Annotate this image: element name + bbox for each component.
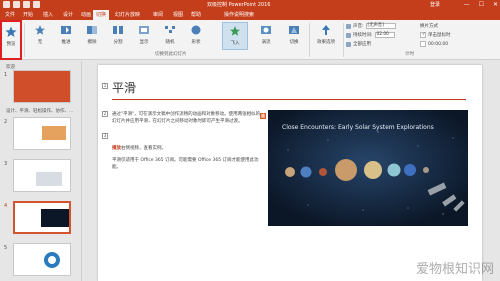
transition-split[interactable]: 分割 bbox=[105, 22, 131, 50]
thumb-chart bbox=[44, 252, 60, 268]
transition-push[interactable]: 推进 bbox=[53, 22, 79, 50]
transition-shape-icon bbox=[191, 25, 201, 35]
animation-marker[interactable]: 1 bbox=[102, 83, 108, 89]
tab-transitions[interactable]: 切换 bbox=[93, 10, 110, 20]
transition-reveal[interactable]: 显示 bbox=[131, 22, 157, 50]
tab-file[interactable]: 文件 bbox=[2, 10, 18, 20]
title-rule bbox=[112, 99, 466, 100]
duration-input[interactable]: 02.00 bbox=[374, 32, 395, 38]
thumb-number-selected: 4 bbox=[4, 203, 8, 209]
on-click-row[interactable]: ✓ 单击鼠标时 bbox=[420, 32, 451, 38]
redo-icon[interactable] bbox=[23, 1, 30, 8]
advance-row: 换片方式 bbox=[420, 24, 438, 29]
transitions-group-label: 切换到此幻灯片 bbox=[155, 52, 187, 57]
tell-me-search[interactable]: 操作说明搜索 bbox=[224, 10, 254, 20]
transition-shape[interactable]: 形状 bbox=[183, 22, 209, 50]
tab-animations[interactable]: 动画 bbox=[78, 10, 94, 20]
apply-all-button[interactable]: 全部应用 bbox=[353, 41, 371, 47]
ribbon-tabs: 文件 开始 插入 设计 切换 动画 幻灯片放映 审阅 视图 帮助 操作说明搜索 bbox=[0, 10, 500, 20]
body-paragraph-1[interactable]: 通过"平滑"，可在演示文稿中创作流畅的动画和对象移动。使用两张相似的幻灯片并应用… bbox=[112, 111, 262, 125]
duration-icon bbox=[346, 32, 351, 38]
transition-switch-icon bbox=[289, 26, 299, 34]
body-paragraph-3[interactable]: 平滑仅适用于 Office 365 订阅。可能需要 Office 365 订阅才… bbox=[112, 157, 262, 171]
slide-thumbnail-pane: 欢迎 1 设计、平滑、轻松操作、协作、... 2 3 4 5 bbox=[0, 61, 82, 281]
window-controls: — ☐ ✕ bbox=[464, 0, 498, 10]
slide-thumbnail-1[interactable] bbox=[13, 70, 71, 103]
image-caption: Close Encounters: Early Solar System Exp… bbox=[282, 124, 434, 131]
animation-marker[interactable]: 2 bbox=[102, 111, 108, 117]
slide-thumbnail-2[interactable] bbox=[13, 117, 71, 150]
tab-review[interactable]: 审阅 bbox=[150, 10, 166, 20]
transition-push-icon bbox=[61, 26, 71, 34]
animation-marker[interactable]: 3 bbox=[102, 133, 108, 139]
ribbon-separator bbox=[24, 23, 25, 57]
slide-thumbnail-4[interactable] bbox=[13, 201, 71, 234]
tab-home[interactable]: 开始 bbox=[20, 10, 36, 20]
transition-none-icon bbox=[35, 25, 45, 35]
timing-group-label: 计时 bbox=[405, 52, 414, 57]
slide-canvas[interactable]: 平滑 1 2 3 4 通过"平滑"，可在演示文稿中创作流畅的动画和对象移动。使用… bbox=[98, 65, 482, 281]
thumb-number: 1 bbox=[4, 72, 8, 78]
ribbon-separator bbox=[309, 23, 310, 57]
thumb-number: 3 bbox=[4, 161, 8, 167]
transition-wipe-icon bbox=[87, 26, 97, 34]
after-input[interactable]: 00:00.00 bbox=[428, 42, 448, 47]
on-click-checkbox[interactable]: ✓ bbox=[420, 32, 426, 38]
transition-vortex[interactable]: 涡流 bbox=[253, 22, 279, 50]
signin-link[interactable]: 登录 bbox=[430, 0, 440, 10]
undo-icon[interactable] bbox=[13, 1, 20, 8]
planet-venus bbox=[285, 167, 295, 177]
transition-switch[interactable]: 切换 bbox=[281, 22, 307, 50]
tab-slideshow[interactable]: 幻灯片放映 bbox=[112, 10, 143, 20]
tab-design[interactable]: 设计 bbox=[60, 10, 76, 20]
body-paragraph-2[interactable]: 播放右侧视频，查看实例。 bbox=[112, 145, 262, 152]
effect-options-button[interactable]: 效果选项 bbox=[312, 22, 340, 50]
close-icon[interactable]: ✕ bbox=[493, 0, 498, 10]
preview-star-icon bbox=[5, 26, 17, 37]
window-title: 双级控制 PowerPoint 2016 bbox=[207, 2, 271, 8]
tab-insert[interactable]: 插入 bbox=[40, 10, 56, 20]
sound-row: 声音: [无声音] bbox=[346, 23, 396, 29]
sound-select[interactable]: [无声音] bbox=[365, 23, 396, 29]
transition-vortex-icon bbox=[261, 26, 271, 34]
duration-row: 持续时间: 02.00 bbox=[346, 32, 395, 38]
slide-thumbnail-5[interactable] bbox=[13, 243, 71, 276]
transition-random[interactable]: 随机 bbox=[157, 22, 183, 50]
after-row: 00:00.00 bbox=[420, 41, 448, 47]
transition-fly-in[interactable]: 飞入 bbox=[222, 22, 248, 50]
thumb-image bbox=[42, 126, 66, 140]
transition-fly-in-icon bbox=[230, 26, 240, 36]
play-highlight: 播放 bbox=[112, 146, 121, 151]
ribbon-separator bbox=[343, 23, 344, 57]
after-checkbox[interactable] bbox=[420, 41, 426, 47]
slide-title[interactable]: 平滑 bbox=[112, 79, 136, 96]
preview-button[interactable]: 预览 bbox=[0, 20, 22, 60]
thumb-image bbox=[36, 172, 62, 186]
transition-reveal-icon bbox=[139, 26, 149, 34]
tab-view[interactable]: 视图 bbox=[170, 10, 186, 20]
tab-help[interactable]: 帮助 bbox=[188, 10, 204, 20]
slide-thumbnail-3[interactable] bbox=[13, 159, 71, 192]
start-slideshow-icon[interactable] bbox=[33, 1, 40, 8]
effect-options-icon bbox=[322, 25, 330, 35]
maximize-icon[interactable]: ☐ bbox=[479, 0, 484, 10]
thumb-number: 2 bbox=[4, 119, 8, 125]
transition-split-icon bbox=[113, 26, 123, 34]
thumb-image bbox=[41, 209, 69, 227]
transition-wipe[interactable]: 擦除 bbox=[79, 22, 105, 50]
sound-icon bbox=[346, 23, 351, 29]
apply-all-row[interactable]: 全部应用 bbox=[346, 41, 371, 47]
title-bar: 双级控制 PowerPoint 2016 登录 — ☐ ✕ bbox=[0, 0, 500, 10]
thumb-number: 5 bbox=[4, 245, 8, 251]
section-design[interactable]: 设计、平滑、轻松操作、协作、... bbox=[6, 108, 73, 114]
transition-random-icon bbox=[165, 26, 175, 33]
apply-all-icon bbox=[346, 41, 351, 47]
minimize-icon[interactable]: — bbox=[464, 0, 470, 10]
watermark: 爱物根知识网 bbox=[415, 262, 494, 277]
save-icon[interactable] bbox=[3, 1, 10, 8]
ribbon: 预览 无 推进 擦除 分割 显示 随机 形状 飞入 涡流 切换 切换到此幻灯片 bbox=[0, 20, 500, 60]
quick-access-toolbar bbox=[3, 1, 40, 8]
transition-none[interactable]: 无 bbox=[27, 22, 53, 50]
solar-system-image[interactable]: Close Encounters: Early Solar System Exp… bbox=[268, 110, 468, 226]
